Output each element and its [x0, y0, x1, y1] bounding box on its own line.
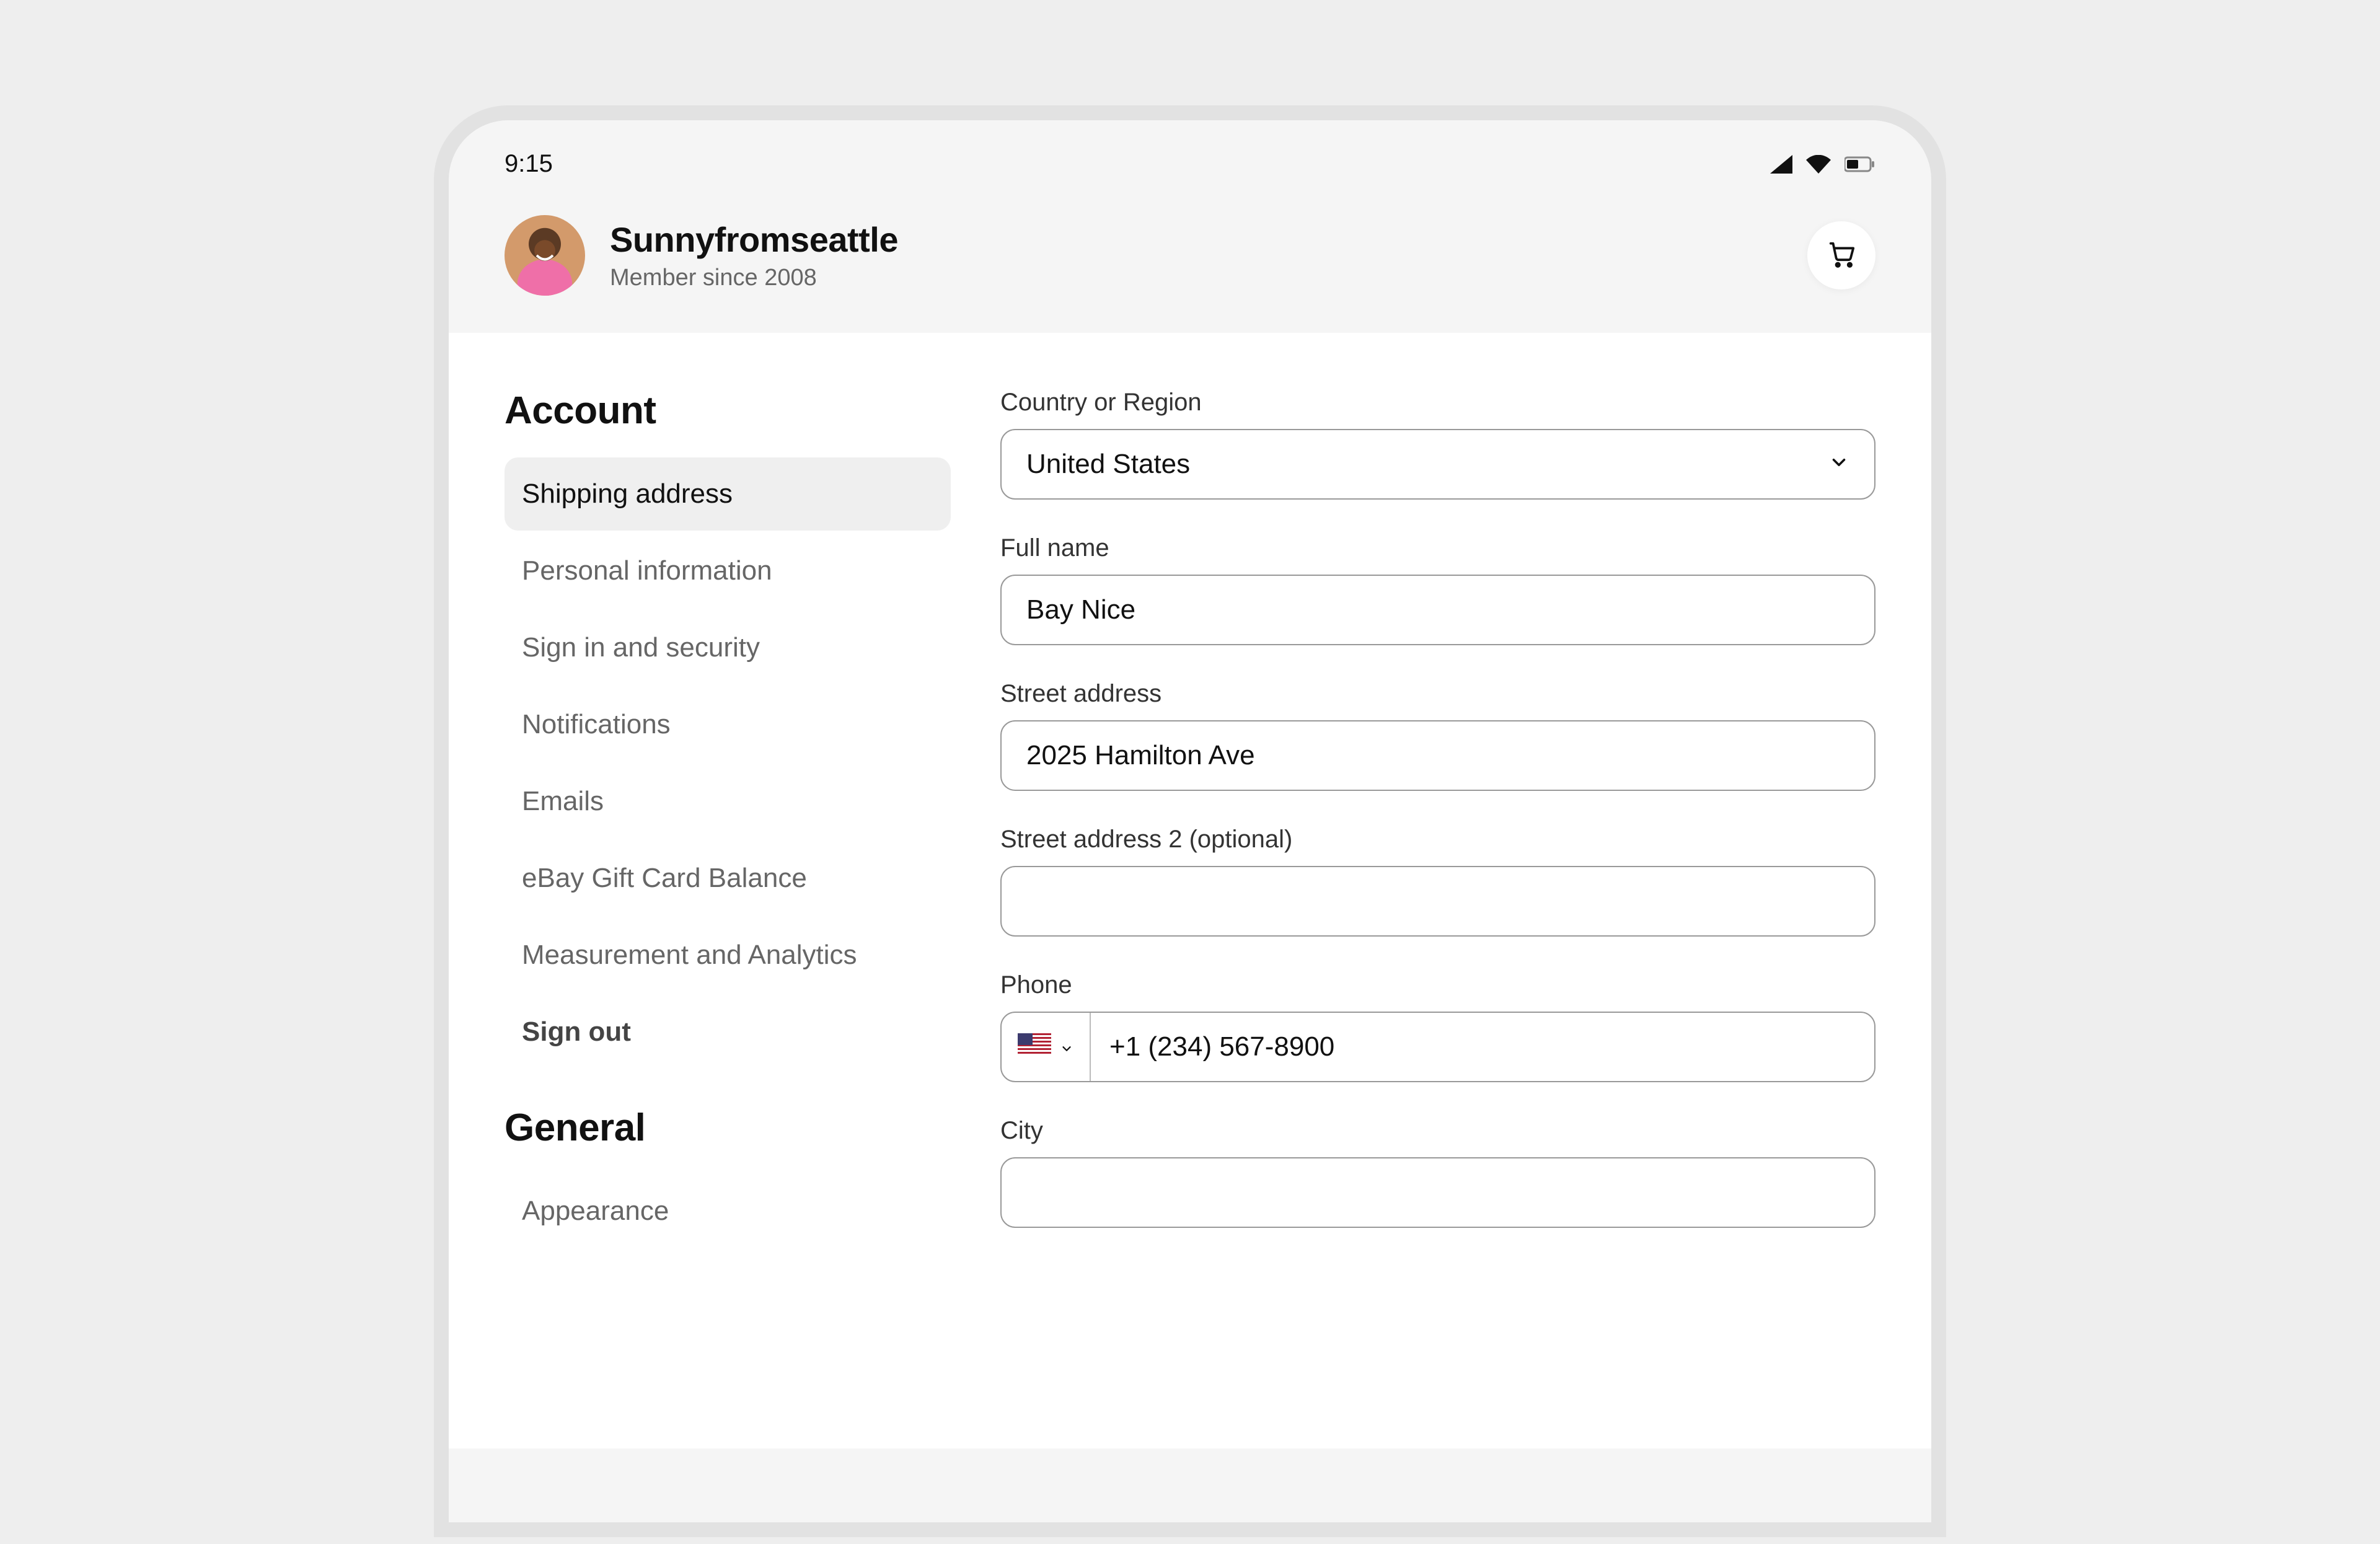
phone-country-select[interactable]	[1002, 1013, 1091, 1081]
cart-icon	[1827, 240, 1856, 271]
sidebar-item-appearance[interactable]: Appearance	[505, 1175, 951, 1248]
sidebar-item-shipping-address[interactable]: Shipping address	[505, 457, 951, 531]
sidebar-item-measurement-analytics[interactable]: Measurement and Analytics	[505, 919, 951, 992]
sidebar-item-sign-in-security[interactable]: Sign in and security	[505, 611, 951, 684]
sidebar-item-notifications[interactable]: Notifications	[505, 688, 951, 761]
username: Sunnyfromseattle	[610, 219, 1807, 260]
fullname-input[interactable]	[1026, 594, 1849, 625]
wifi-icon	[1806, 155, 1831, 174]
cellular-icon	[1770, 155, 1792, 174]
sidebar-item-personal-information[interactable]: Personal information	[505, 534, 951, 607]
sidebar-heading-general: General	[505, 1106, 951, 1150]
city-input[interactable]	[1026, 1177, 1849, 1208]
street2-label: Street address 2 (optional)	[1000, 826, 1875, 854]
shipping-address-form: Country or Region United States Full nam…	[1000, 389, 1875, 1449]
fullname-label: Full name	[1000, 534, 1875, 562]
chevron-down-icon	[1060, 1031, 1073, 1062]
country-select[interactable]: United States	[1000, 429, 1875, 500]
avatar[interactable]	[505, 215, 585, 296]
cart-button[interactable]	[1807, 221, 1875, 289]
content-body: Account Shipping address Personal inform…	[449, 333, 1931, 1449]
sidebar-heading-account: Account	[505, 389, 951, 433]
street1-input[interactable]	[1026, 740, 1849, 771]
chevron-down-icon	[1828, 449, 1849, 480]
phone-label: Phone	[1000, 971, 1875, 999]
street1-label: Street address	[1000, 680, 1875, 708]
city-label: City	[1000, 1117, 1875, 1145]
status-time: 9:15	[505, 150, 553, 178]
sidebar: Account Shipping address Personal inform…	[505, 389, 951, 1449]
sidebar-item-gift-card-balance[interactable]: eBay Gift Card Balance	[505, 842, 951, 915]
device-frame: 9:15	[434, 105, 1946, 1537]
profile-header: Sunnyfromseattle Member since 2008	[449, 203, 1931, 333]
country-label: Country or Region	[1000, 389, 1875, 417]
status-bar: 9:15	[449, 120, 1931, 203]
battery-icon	[1844, 156, 1875, 172]
street2-input[interactable]	[1026, 886, 1849, 917]
phone-input[interactable]	[1109, 1031, 1856, 1062]
sidebar-item-emails[interactable]: Emails	[505, 765, 951, 838]
status-icons	[1770, 155, 1875, 174]
flag-us-icon	[1018, 1031, 1051, 1062]
member-since: Member since 2008	[610, 265, 1807, 291]
country-value: United States	[1026, 449, 1190, 480]
sidebar-item-sign-out[interactable]: Sign out	[505, 995, 951, 1069]
